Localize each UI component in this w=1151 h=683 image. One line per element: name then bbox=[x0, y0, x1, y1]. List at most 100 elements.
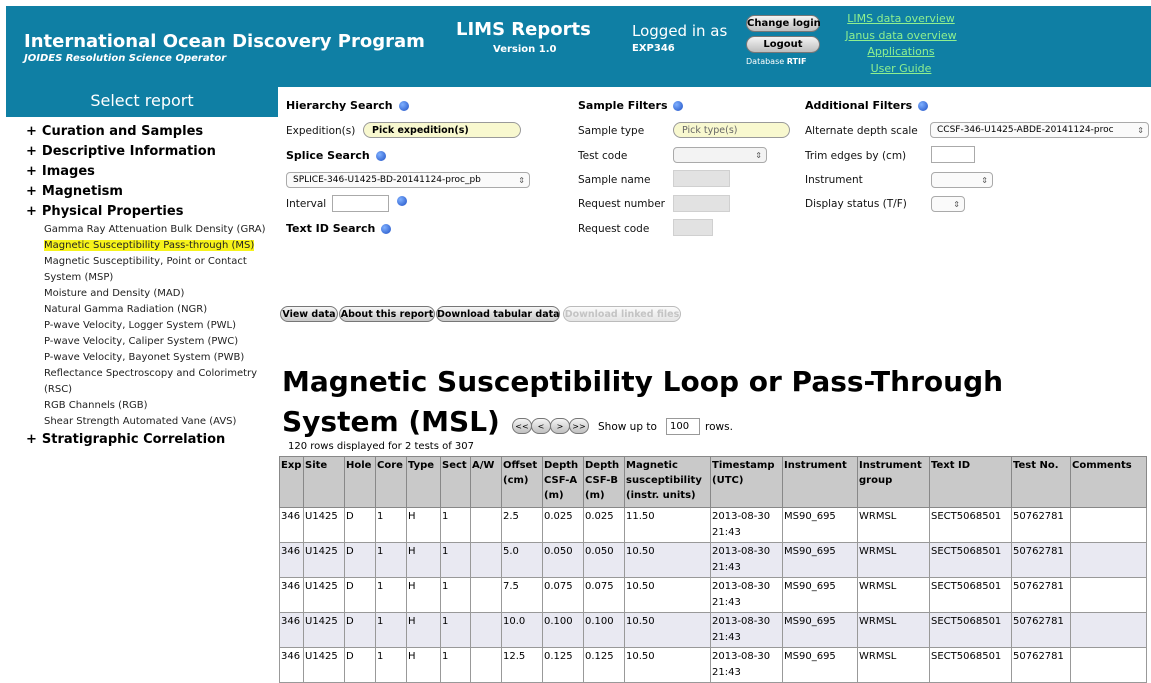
test-code-select[interactable]: ⇕ bbox=[673, 147, 767, 163]
heading-text: Additional Filters bbox=[805, 99, 913, 112]
report-item-mad[interactable]: Moisture and Density (MAD) bbox=[30, 286, 280, 302]
view-data-button[interactable]: View data bbox=[280, 306, 338, 322]
category-stratigraphic-correlation[interactable]: + Stratigraphic Correlation bbox=[26, 430, 280, 450]
table-cell: U1425 bbox=[303, 647, 345, 683]
report-item-rgb[interactable]: RGB Channels (RGB) bbox=[30, 398, 280, 414]
category-curation-and-samples[interactable]: + Curation and Samples bbox=[26, 122, 280, 142]
category-descriptive-information[interactable]: + Descriptive Information bbox=[26, 142, 280, 162]
applications-link[interactable]: Applications bbox=[836, 44, 966, 61]
info-icon[interactable] bbox=[381, 224, 392, 234]
previous-page-button[interactable]: < bbox=[531, 418, 551, 434]
expand-icon: + bbox=[26, 204, 37, 219]
table-cell: 10.50 bbox=[624, 612, 711, 648]
category-magnetism[interactable]: + Magnetism bbox=[26, 182, 280, 202]
instrument-label: Instrument bbox=[805, 174, 863, 186]
column-header-test-no[interactable]: Test No. bbox=[1011, 456, 1071, 508]
table-cell: U1425 bbox=[303, 507, 345, 543]
column-header-sect[interactable]: Sect bbox=[440, 456, 471, 508]
column-header-comments[interactable]: Comments bbox=[1070, 456, 1147, 508]
table-cell: 0.125 bbox=[542, 647, 584, 683]
info-icon[interactable] bbox=[398, 101, 409, 111]
sample-name-input[interactable] bbox=[673, 170, 730, 187]
table-cell: MS90_695 bbox=[782, 612, 858, 648]
column-header-hole[interactable]: Hole bbox=[344, 456, 376, 508]
column-header-depth-csf-b[interactable]: Depth CSF-B (m) bbox=[583, 456, 625, 508]
interval-input[interactable] bbox=[332, 195, 389, 212]
expedition-picker[interactable]: Pick expedition(s) bbox=[363, 122, 521, 138]
display-status-select[interactable]: ⇕ bbox=[931, 196, 965, 212]
column-header-timestamp[interactable]: Timestamp (UTC) bbox=[710, 456, 783, 508]
table-row: 346 U1425 D 1 H 1 10.0 0.100 0.100 10.50 2013-08-3… bbox=[279, 612, 1147, 648]
report-item-ngr[interactable]: Natural Gamma Radiation (NGR) bbox=[30, 302, 280, 318]
request-number-input[interactable] bbox=[673, 195, 730, 212]
sample-type-label: Sample type bbox=[578, 125, 645, 137]
first-page-button[interactable]: << bbox=[512, 418, 532, 434]
table-cell: 50762781 bbox=[1011, 577, 1071, 613]
report-item-pwc[interactable]: P-wave Velocity, Caliper System (PWC) bbox=[30, 334, 280, 350]
category-images[interactable]: + Images bbox=[26, 162, 280, 182]
splice-select[interactable]: SPLICE-346-U1425-BD-20141124-proc_pb ⇕ bbox=[286, 172, 530, 188]
column-header-depth-csf-a[interactable]: Depth CSF-A (m) bbox=[542, 456, 584, 508]
table-cell: H bbox=[406, 507, 441, 543]
column-header-exp[interactable]: Exp bbox=[279, 456, 304, 508]
category-label: Descriptive Information bbox=[41, 144, 216, 159]
lims-data-overview-link[interactable]: LIMS data overview bbox=[836, 11, 966, 28]
app-title: LIMS Reports bbox=[456, 19, 591, 40]
trim-edges-input[interactable] bbox=[931, 146, 975, 163]
report-item-avs[interactable]: Shear Strength Automated Vane (AVS) bbox=[30, 414, 280, 430]
alt-depth-select-value: CCSF-346-U1425-ABDE-20141124-proc bbox=[937, 125, 1114, 135]
chevron-updown-icon: ⇕ bbox=[953, 200, 960, 209]
table-cell: 346 bbox=[279, 612, 304, 648]
column-header-text-id[interactable]: Text ID bbox=[929, 456, 1012, 508]
last-page-button[interactable]: >> bbox=[569, 418, 589, 434]
info-icon[interactable] bbox=[375, 151, 386, 161]
janus-data-overview-link[interactable]: Janus data overview bbox=[836, 28, 966, 45]
column-header-type[interactable]: Type bbox=[406, 456, 441, 508]
sample-type-picker[interactable]: Pick type(s) bbox=[673, 122, 790, 138]
interval-label: Interval bbox=[286, 198, 327, 210]
table-cell bbox=[470, 507, 502, 543]
table-cell: 2.5 bbox=[501, 507, 543, 543]
report-item-pwl[interactable]: P-wave Velocity, Logger System (PWL) bbox=[30, 318, 280, 334]
column-header-magnetic-susceptibility[interactable]: Magnetic susceptibility (instr. units) bbox=[624, 456, 711, 508]
expand-icon: + bbox=[26, 432, 37, 447]
info-icon[interactable] bbox=[673, 101, 684, 111]
column-header-aw[interactable]: A/W bbox=[470, 456, 502, 508]
table-cell: 346 bbox=[279, 542, 304, 578]
download-tabular-button[interactable]: Download tabular data bbox=[436, 306, 560, 322]
next-page-button[interactable]: > bbox=[550, 418, 570, 434]
info-icon[interactable] bbox=[918, 101, 929, 111]
column-header-instrument[interactable]: Instrument bbox=[782, 456, 858, 508]
table-cell: 10.50 bbox=[624, 647, 711, 683]
column-header-instrument-group[interactable]: Instrument group bbox=[857, 456, 930, 508]
report-item-msp[interactable]: Magnetic Susceptibility, Point or Contac… bbox=[30, 254, 280, 286]
table-cell bbox=[1070, 507, 1147, 543]
report-item-gra[interactable]: Gamma Ray Attenuation Bulk Density (GRA) bbox=[30, 222, 280, 238]
alt-depth-select[interactable]: CCSF-346-U1425-ABDE-20141124-proc ⇕ bbox=[930, 122, 1149, 138]
table-cell: 1 bbox=[375, 577, 407, 613]
logout-button[interactable]: Logout bbox=[746, 36, 820, 53]
table-row: 346 U1425 D 1 H 1 5.0 0.050 0.050 10.50 2013-08-30… bbox=[279, 542, 1147, 578]
change-login-button[interactable]: Change login bbox=[746, 15, 821, 32]
rows-per-page-input[interactable]: 100 bbox=[666, 418, 700, 435]
report-item-pwb[interactable]: P-wave Velocity, Bayonet System (PWB) bbox=[30, 350, 280, 366]
table-cell: 0.100 bbox=[583, 612, 625, 648]
instrument-select[interactable]: ⇕ bbox=[931, 172, 993, 188]
column-header-site[interactable]: Site bbox=[303, 456, 345, 508]
report-item-ms-selected[interactable]: Magnetic Susceptibility Pass-through (MS… bbox=[30, 238, 280, 254]
category-physical-properties[interactable]: + Physical Properties bbox=[26, 202, 280, 222]
table-cell: 1 bbox=[440, 542, 471, 578]
report-item-rsc[interactable]: Reflectance Spectroscopy and Colorimetry… bbox=[30, 366, 280, 398]
table-cell: U1425 bbox=[303, 542, 345, 578]
column-header-core[interactable]: Core bbox=[375, 456, 407, 508]
download-linked-files-button[interactable]: Download linked files bbox=[563, 306, 681, 322]
table-header-row: Exp Site Hole Core Type Sect A/W Offset … bbox=[279, 456, 1147, 508]
database-label: Database bbox=[746, 57, 785, 66]
info-icon[interactable] bbox=[397, 196, 407, 206]
user-guide-link[interactable]: User Guide bbox=[836, 61, 966, 78]
request-number-label: Request number bbox=[578, 198, 665, 210]
column-header-offset[interactable]: Offset (cm) bbox=[501, 456, 543, 508]
test-code-label: Test code bbox=[578, 150, 628, 162]
about-report-button[interactable]: About this report bbox=[339, 306, 435, 322]
request-code-input[interactable] bbox=[673, 219, 713, 236]
